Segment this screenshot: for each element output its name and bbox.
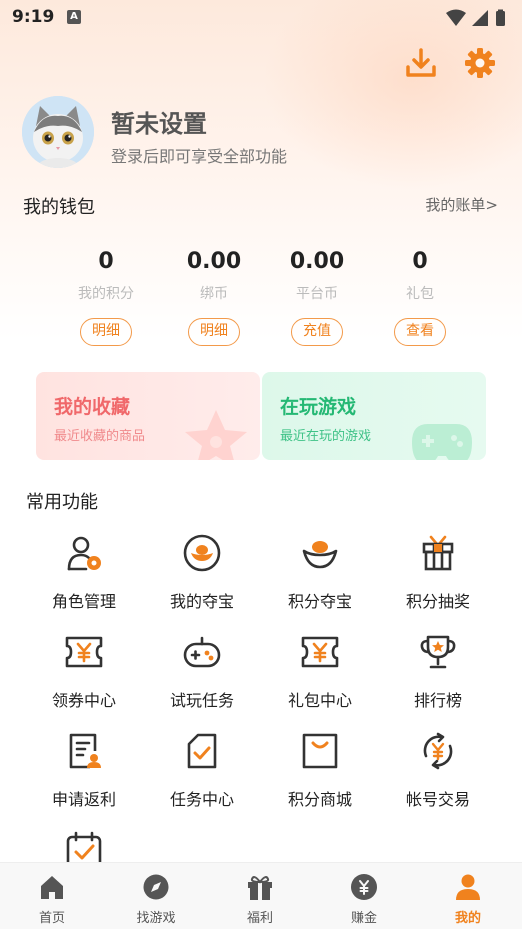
wallet-label: 平台币 [296, 286, 338, 302]
grid-label: 积分商城 [287, 790, 352, 809]
battery-icon [496, 11, 505, 26]
wallet-points: 0 我的积分 明细 [56, 248, 156, 346]
grid-label: 我的夺宝 [169, 592, 234, 611]
common-functions-title: 常用功能 [26, 492, 98, 513]
grid-label: 礼包中心 [287, 691, 352, 710]
bottom-navigation: 首页 找游戏 福利 赚金 我的 [0, 862, 522, 929]
wifi-icon [446, 9, 466, 26]
status-time: 9:19 [12, 7, 55, 27]
grid-label: 排行榜 [413, 691, 462, 710]
settings-button[interactable] [463, 46, 497, 80]
coupon-center-item[interactable]: 领券中心 [25, 632, 143, 722]
card-title: 我的收藏 [54, 396, 131, 418]
wallet-value: 0.00 [289, 249, 345, 274]
role-manage-item[interactable]: 角色管理 [25, 533, 143, 623]
gamepad-decoration-icon [412, 424, 472, 460]
exchange-icon [423, 732, 453, 770]
download-button[interactable] [404, 46, 438, 80]
gift-box-icon [422, 535, 454, 571]
grid-label: 申请返利 [51, 790, 116, 809]
nav-earn[interactable]: 赚金 [312, 863, 416, 929]
trial-task-item[interactable]: 试玩任务 [143, 632, 261, 722]
compass-icon [143, 874, 169, 900]
task-center-item[interactable]: 任务中心 [143, 731, 261, 821]
profile-name[interactable]: 暂未设置 [111, 104, 207, 139]
home-icon [41, 876, 63, 899]
card-subtitle: 最近收藏的商品 [54, 429, 146, 444]
card-subtitle: 最近在玩的游戏 [280, 429, 372, 444]
my-bills-link[interactable]: 我的账单> [425, 194, 498, 215]
wallet-label: 礼包 [406, 286, 434, 302]
money-bag-icon [351, 874, 377, 900]
points-treasure-item[interactable]: 积分夺宝 [261, 533, 379, 623]
nav-label: 赚金 [350, 911, 377, 926]
coupon-icon [65, 636, 103, 668]
gift-center-item[interactable]: 礼包中心 [261, 632, 379, 722]
grid-label: 任务中心 [169, 790, 234, 809]
nav-label: 我的 [454, 911, 481, 926]
trophy-icon [420, 635, 456, 669]
person-icon [456, 874, 480, 900]
view-gift-packs-button[interactable]: 查看 [394, 318, 446, 346]
wallet-bound-coins: 0.00 绑币 明细 [164, 248, 264, 346]
gold-ingot-icon [302, 541, 338, 569]
task-check-icon [187, 733, 217, 769]
gear-icon [465, 48, 495, 78]
nav-home[interactable]: 首页 [0, 863, 104, 929]
wallet-gift-packs: 0 礼包 查看 [370, 248, 470, 346]
grid-label: 领券中心 [51, 691, 116, 710]
rebate-document-icon [69, 733, 101, 769]
wallet-title: 我的钱包 [23, 197, 95, 218]
wallet-label: 我的积分 [78, 286, 134, 302]
points-detail-button[interactable]: 明细 [80, 318, 132, 346]
nav-mine[interactable]: 我的 [416, 863, 520, 929]
shopping-bag-icon [302, 733, 338, 769]
apply-rebate-item[interactable]: 申请返利 [25, 731, 143, 821]
gift-coupon-icon [301, 636, 339, 668]
nav-find-games[interactable]: 找游戏 [104, 863, 208, 929]
nav-label: 首页 [38, 911, 65, 926]
profile-subtitle[interactable]: 登录后即可享受全部功能 [111, 143, 287, 167]
grid-label: 帐号交易 [405, 790, 470, 809]
download-icon [406, 48, 436, 77]
keyboard-badge-icon: A [67, 10, 81, 24]
wallet-value: 0 [98, 249, 114, 274]
leaderboard-item[interactable]: 排行榜 [379, 632, 497, 722]
gamepad-icon [183, 636, 221, 668]
grid-label: 角色管理 [51, 592, 116, 611]
wallet-platform-coins: 0.00 平台币 充值 [267, 248, 367, 346]
nav-label: 找游戏 [136, 911, 176, 926]
playing-games-card[interactable]: 在玩游戏 最近在玩的游戏 [262, 372, 486, 460]
gold-ingot-circle-icon [183, 534, 221, 572]
grid-label: 积分夺宝 [287, 592, 352, 611]
card-title: 在玩游戏 [280, 396, 357, 418]
recharge-button[interactable]: 充值 [291, 318, 343, 346]
nav-label: 福利 [246, 911, 273, 926]
points-lottery-item[interactable]: 积分抽奖 [379, 533, 497, 623]
my-treasure-item[interactable]: 我的夺宝 [143, 533, 261, 623]
grid-label: 积分抽奖 [405, 592, 470, 611]
status-bar: 9:19 A [0, 0, 522, 36]
account-trade-item[interactable]: 帐号交易 [379, 731, 497, 821]
signal-icon [472, 10, 488, 26]
status-icons [446, 9, 505, 26]
nav-welfare[interactable]: 福利 [208, 863, 312, 929]
app-root: 9:19 A 暂未设置 登录后即可享受全部功能 我的钱包 我的账单> 0 我的积… [0, 0, 522, 929]
wallet-label: 绑币 [200, 286, 228, 302]
cat-avatar-icon [22, 96, 94, 168]
role-manage-icon [67, 536, 101, 571]
wallet-value: 0.00 [186, 249, 242, 274]
points-mall-item[interactable]: 积分商城 [261, 731, 379, 821]
avatar[interactable] [22, 96, 94, 168]
gift-icon [248, 876, 272, 900]
bound-coins-detail-button[interactable]: 明细 [188, 318, 240, 346]
grid-label: 试玩任务 [169, 691, 234, 710]
star-decoration-icon [185, 410, 247, 460]
wallet-value: 0 [412, 249, 428, 274]
my-favorites-card[interactable]: 我的收藏 最近收藏的商品 [36, 372, 260, 460]
